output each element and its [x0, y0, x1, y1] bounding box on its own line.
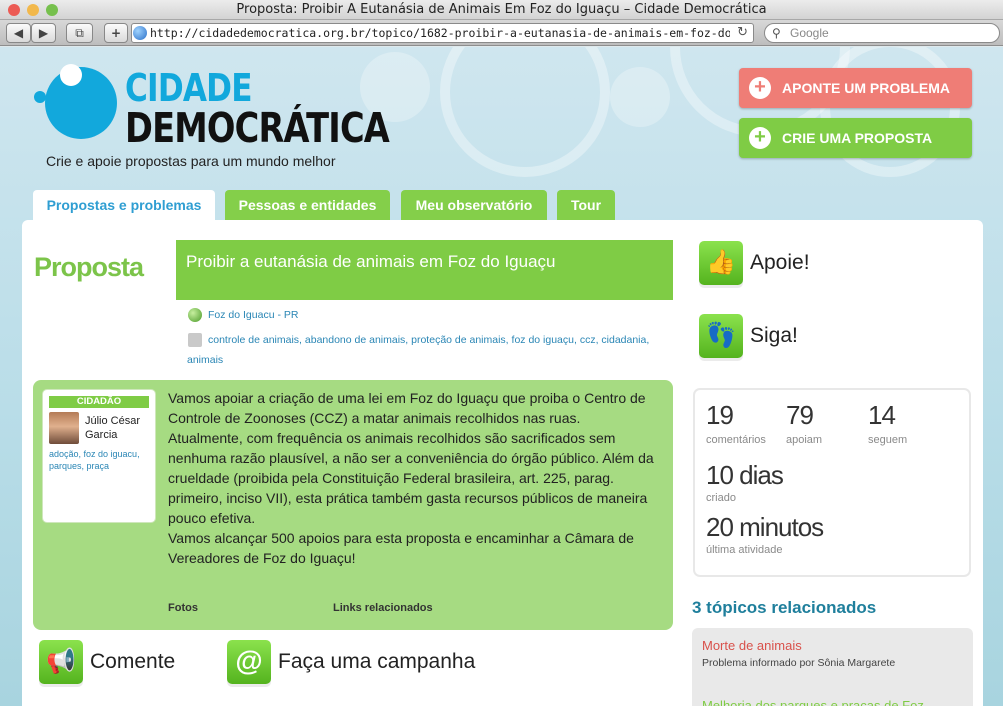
report-problem-button[interactable]: + APONTE UM PROBLEMA: [739, 68, 972, 108]
tab-pessoas[interactable]: Pessoas e entidades: [225, 190, 390, 220]
address-bar[interactable]: http://cidadedemocratica.org.br/topico/1…: [131, 23, 754, 43]
created-value: 10 dias: [706, 460, 784, 490]
logo-bubble: [60, 64, 82, 86]
support-label: Apoie!: [750, 251, 810, 274]
tab-observatorio[interactable]: Meu observatório: [401, 190, 547, 220]
author-name[interactable]: Júlio César Garcia: [85, 414, 151, 442]
list-item[interactable]: Morte de animais Problema informado por …: [702, 638, 962, 669]
last-activity-label: última atividade: [706, 544, 783, 556]
globe-icon: [133, 26, 147, 40]
follow-label: Siga!: [750, 324, 798, 347]
forward-button[interactable]: ▶: [31, 23, 56, 43]
comment-label: Comente: [90, 650, 176, 673]
tab-tour[interactable]: Tour: [557, 190, 615, 220]
logo-bubble: [34, 91, 46, 103]
related-topic-subtitle: Problema informado por Sônia Margarete: [702, 657, 896, 669]
at-sign-icon: @: [227, 640, 271, 684]
reload-icon[interactable]: ↻: [737, 24, 748, 42]
related-links-heading: Links relacionados: [333, 602, 433, 614]
site-tagline: Crie e apoie propostas para um mundo mel…: [46, 153, 336, 169]
minimize-window-button[interactable]: [27, 4, 39, 16]
tab-propostas[interactable]: Propostas e problemas: [33, 190, 215, 220]
related-topic-title: Melhoria dos parques e praças de Foz: [702, 698, 924, 706]
close-window-button[interactable]: [8, 4, 20, 16]
plus-icon: +: [110, 26, 122, 40]
create-proposal-button[interactable]: + CRIE UMA PROPOSTA: [739, 118, 972, 158]
content-panel: Proposta Proibir a eutanásia de animais …: [22, 220, 983, 706]
page-content: CIDADE DEMOCRÁTICA Crie e apoie proposta…: [0, 47, 1003, 706]
browser-toolbar: ◀ ▶ ⧉ + http://cidadedemocratica.org.br/…: [0, 20, 1003, 46]
background-bubble: [440, 47, 610, 177]
book-icon: ⧉: [75, 26, 84, 40]
author-card: CIDADÃO Júlio César Garcia adoção, foz d…: [43, 390, 155, 522]
supporters-count: 79: [786, 400, 814, 430]
topic-title: Proibir a eutanásia de animais em Foz do…: [176, 240, 673, 300]
description-text: Vamos apoiar a criação de uma lei em Foz…: [168, 388, 666, 568]
search-placeholder: Google: [790, 26, 829, 40]
background-bubble: [610, 67, 670, 127]
topic-tags[interactable]: controle de animais, abandono de animais…: [208, 334, 649, 346]
description-paragraph: Atualmente, com frequência os animais re…: [168, 430, 654, 526]
followers-count: 14: [868, 400, 896, 430]
search-field[interactable]: ⚲ Google: [764, 23, 1000, 43]
related-topics-list: Morte de animais Problema informado por …: [692, 628, 973, 706]
logo-text-bottom: DEMOCRÁTICA: [125, 104, 390, 152]
campaign-label: Faça uma campanha: [278, 650, 476, 673]
last-activity-value: 20 minutos: [706, 512, 824, 542]
plus-icon: +: [749, 77, 771, 99]
megaphone-icon: 📢: [39, 640, 83, 684]
photos-heading: Fotos: [168, 602, 198, 614]
description-box: CIDADÃO Júlio César Garcia adoção, foz d…: [33, 380, 673, 630]
footprint-icon: 👣: [699, 314, 743, 358]
author-tags[interactable]: adoção, foz do iguacu, parques, praça: [49, 448, 151, 472]
related-topics-title: 3 tópicos relacionados: [692, 598, 877, 617]
plus-icon: +: [749, 127, 771, 149]
bookmarks-button[interactable]: ⧉: [66, 23, 93, 43]
thumbs-up-icon: 👍: [699, 241, 743, 285]
description-paragraph: Vamos alcançar 500 apoios para esta prop…: [168, 530, 634, 566]
back-button[interactable]: ◀: [6, 23, 31, 43]
created-label: criado: [706, 492, 736, 504]
list-item[interactable]: Melhoria dos parques e praças de Foz: [702, 698, 962, 706]
topic-type-label: Proposta: [34, 252, 144, 282]
tag-icon: [188, 333, 202, 347]
url-text: http://cidadedemocratica.org.br/topico/1…: [150, 26, 730, 40]
location-link[interactable]: Foz do Iguacu - PR: [208, 309, 298, 321]
stats-box: 19 comentários 79 apoiam 14 seguem 10 di…: [693, 388, 971, 577]
forward-arrow-icon: ▶: [38, 26, 49, 40]
globe-icon: [188, 308, 202, 322]
window-title: Proposta: Proibir A Eutanásia de Animais…: [236, 2, 767, 17]
create-proposal-label: CRIE UMA PROPOSTA: [782, 130, 933, 146]
followers-label: seguem: [868, 434, 908, 446]
comments-label: comentários: [706, 434, 766, 446]
topic-tags-continued[interactable]: animais: [187, 354, 223, 366]
supporters-label: apoiam: [786, 434, 823, 446]
window-titlebar: Proposta: Proibir A Eutanásia de Animais…: [0, 0, 1003, 20]
description-paragraph: Vamos apoiar a criação de uma lei em Foz…: [168, 390, 646, 426]
search-icon: ⚲: [772, 26, 781, 40]
add-bookmark-button[interactable]: +: [104, 23, 128, 43]
report-problem-label: APONTE UM PROBLEMA: [782, 80, 950, 96]
avatar[interactable]: [49, 412, 79, 444]
author-role-badge: CIDADÃO: [49, 396, 149, 408]
back-arrow-icon: ◀: [13, 26, 24, 40]
zoom-window-button[interactable]: [46, 4, 58, 16]
comments-count: 19: [706, 400, 734, 430]
related-topic-title: Morte de animais: [702, 638, 802, 653]
